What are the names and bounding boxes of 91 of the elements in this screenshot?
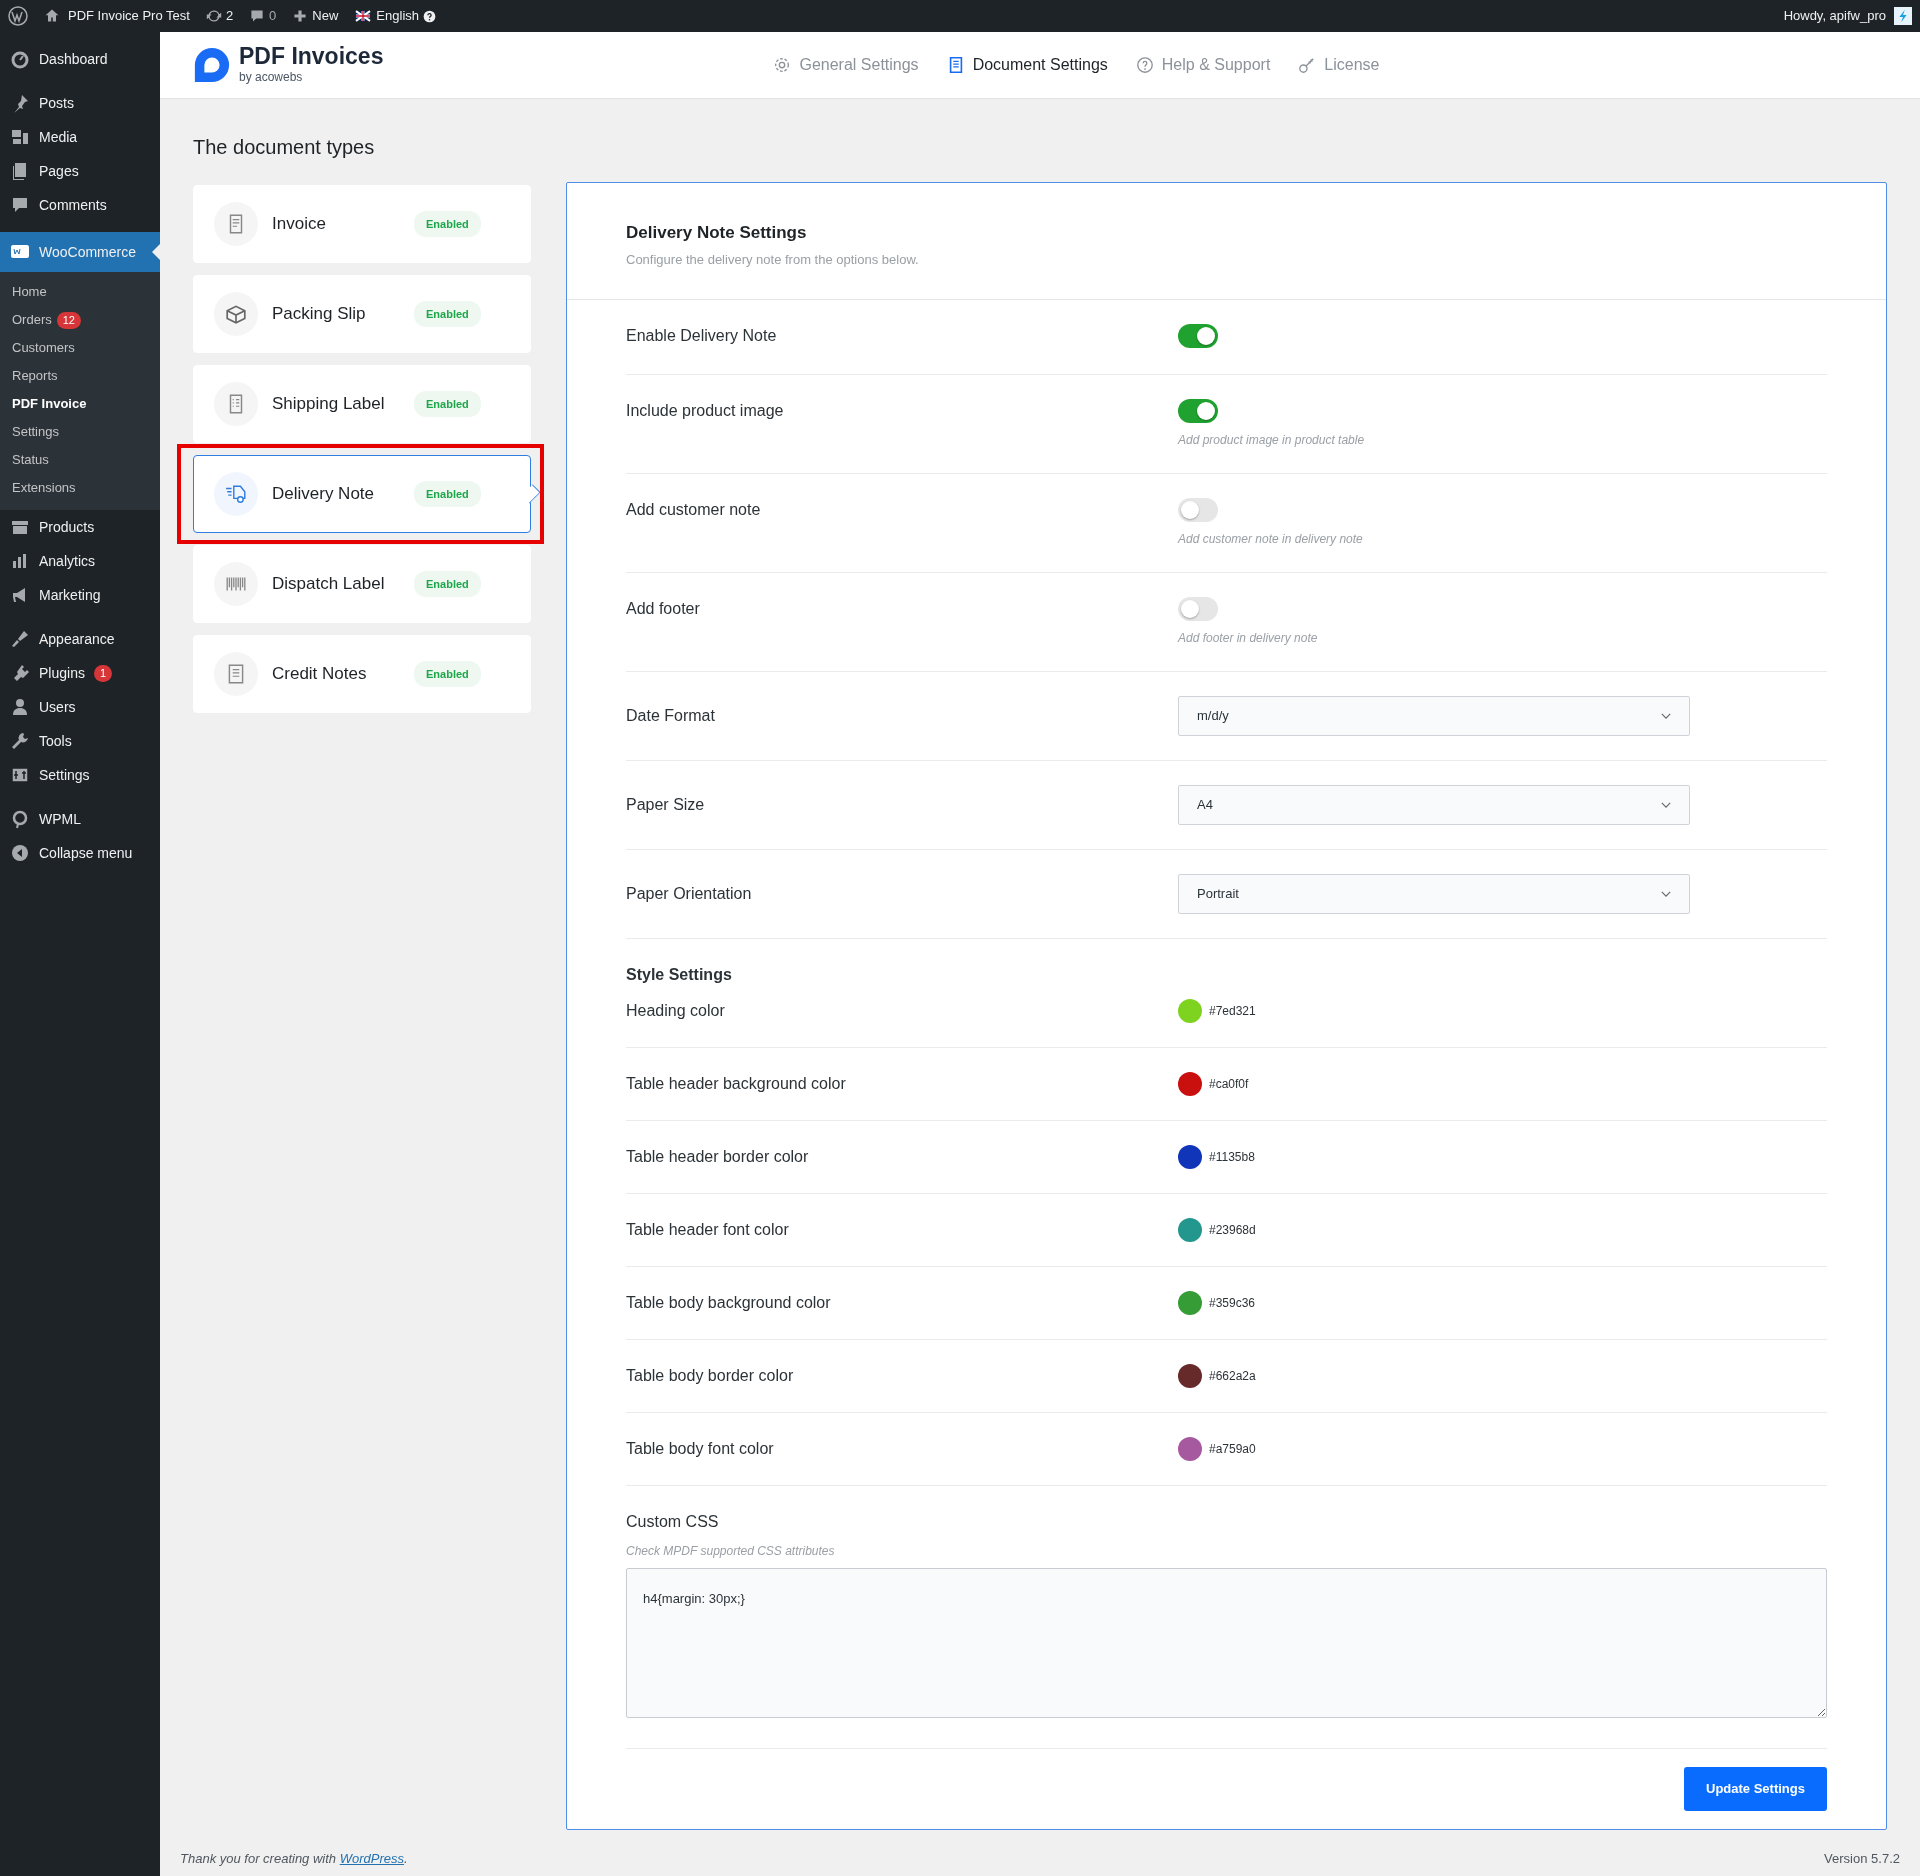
css-input-field[interactable]: h4{margin: 30px;} [626, 1568, 1827, 1718]
document-type-name: Shipping Label [272, 393, 386, 416]
sidebar-item[interactable]: Appearance [0, 622, 160, 656]
hint-text: Check MPDF supported CSS attributes [626, 1543, 836, 1560]
document-type-name: Packing Slip [272, 303, 367, 326]
sidebar-item[interactable]: Comments [0, 188, 160, 222]
setting-label: Add footer [626, 599, 701, 619]
version-text: Version 5.7.2 [1824, 1849, 1900, 1868]
sidebar-item[interactable]: Users [0, 690, 160, 724]
sidebar-item[interactable]: WooCommerce [0, 232, 160, 272]
submenu-item[interactable]: Home [0, 278, 160, 306]
status-badge: Enabled [414, 570, 481, 598]
setting-label: Heading color [626, 1001, 726, 1021]
count-badge: 1 [93, 664, 113, 682]
setting-label: Table header background color [626, 1074, 847, 1094]
section-heading: Style Settings [626, 965, 733, 985]
setting-label: Paper Size [626, 795, 706, 815]
setting-label: Table body font color [626, 1439, 775, 1459]
document-type-card[interactable]: Invoice Enabled [193, 185, 531, 264]
submenu-item[interactable]: PDF Invoice [0, 390, 160, 418]
document-type-card[interactable]: Delivery Note Enabled [193, 455, 531, 534]
sidebar-item[interactable]: Posts [0, 86, 160, 120]
comments-link[interactable]: 0 [249, 6, 277, 26]
sidebar-item[interactable]: Analytics [0, 544, 160, 578]
setting-label: Custom CSS [626, 1512, 720, 1532]
nav-tab[interactable]: Document Settings [946, 53, 1108, 78]
submenu-item[interactable]: Customers [0, 334, 160, 362]
setting-label: Table header font color [626, 1220, 790, 1240]
sidebar-item[interactable]: Tools [0, 724, 160, 758]
setting-label: Paper Orientation [626, 884, 753, 904]
sidebar-item[interactable]: Settings [0, 758, 160, 792]
setting-label: Enable Delivery Note [626, 326, 778, 346]
color-value: #662a2a [1209, 1368, 1256, 1385]
submenu-item[interactable]: Extensions [0, 474, 160, 502]
color-value: #359c36 [1209, 1295, 1256, 1312]
dropdown-select[interactable]: Portrait [1178, 874, 1690, 914]
account-link[interactable]: Howdy, apifw_pro [1783, 6, 1886, 26]
document-type-card[interactable]: Shipping Label Enabled [193, 365, 531, 444]
setting-label: Table body border color [626, 1366, 795, 1386]
document-type-name: Delivery Note [272, 483, 376, 506]
updates-link[interactable]: 2 [205, 6, 234, 26]
new-link[interactable]: New [292, 6, 339, 26]
dropdown-select[interactable]: m/d/y [1178, 696, 1690, 736]
document-type-name: Credit Notes [272, 663, 368, 686]
sidebar-item[interactable]: Pages [0, 154, 160, 188]
setting-label: Table header border color [626, 1147, 810, 1167]
sidebar-item[interactable]: Products [0, 510, 160, 544]
document-type-card[interactable]: Packing Slip Enabled [193, 275, 531, 354]
section-title: The document types [193, 135, 376, 161]
setting-label: Include product image [626, 401, 785, 421]
submenu-item[interactable]: Orders 12 [0, 306, 160, 334]
submenu-item[interactable]: Status [0, 446, 160, 474]
setting-label: Table body background color [626, 1293, 832, 1313]
sidebar-item[interactable]: Marketing [0, 578, 160, 612]
update-settings-button[interactable]: Update Settings [1684, 1767, 1827, 1811]
status-badge: Enabled [414, 390, 481, 418]
sidebar-item[interactable]: Plugins 1 [0, 656, 160, 690]
color-value: #1135b8 [1209, 1149, 1255, 1166]
sidebar-item[interactable]: WPML [0, 802, 160, 836]
status-badge: Enabled [414, 660, 481, 688]
color-value: #7ed321 [1209, 1003, 1256, 1020]
status-badge: Enabled [414, 210, 481, 238]
footer-link[interactable]: WordPress [339, 1850, 404, 1866]
hint-text: Add customer note in delivery note [1178, 531, 1363, 548]
sidebar-item[interactable]: Dashboard [0, 42, 160, 76]
color-value: #23968d [1209, 1222, 1256, 1239]
setting-label: Add customer note [626, 500, 762, 520]
dropdown-select[interactable]: A4 [1178, 785, 1690, 825]
sidebar-item[interactable]: Collapse menu [0, 836, 160, 870]
color-value: #ca0f0f [1209, 1076, 1249, 1093]
document-type-card[interactable]: Credit Notes Enabled [193, 635, 531, 714]
hint-text: Add product image in product table [1178, 432, 1365, 449]
setting-label: Date Format [626, 706, 716, 726]
count-badge: 12 [56, 311, 81, 329]
document-type-name: Invoice [272, 213, 327, 236]
panel-title: Delivery Note Settings [626, 223, 808, 244]
footer-credit: Thank you for creating with WordPress. [180, 1849, 408, 1868]
submenu-item[interactable]: Settings [0, 418, 160, 446]
submenu-item[interactable]: Reports [0, 362, 160, 390]
hint-text: Add footer in delivery note [1178, 630, 1318, 647]
sidebar-item[interactable]: Media [0, 120, 160, 154]
panel-subtitle: Configure the delivery note from the options below. [626, 250, 920, 269]
logo-subtitle: by acowebs [239, 68, 304, 86]
document-type-name: Dispatch Label [272, 573, 386, 596]
document-type-card[interactable]: Dispatch Label Enabled [193, 545, 531, 624]
language-link[interactable]: English [354, 6, 436, 26]
color-value: #a759a0 [1209, 1441, 1256, 1458]
status-badge: Enabled [414, 480, 481, 508]
logo-title: PDF Invoices [239, 44, 384, 68]
status-badge: Enabled [414, 300, 481, 328]
site-name-link[interactable]: PDF Invoice Pro Test [44, 6, 190, 26]
